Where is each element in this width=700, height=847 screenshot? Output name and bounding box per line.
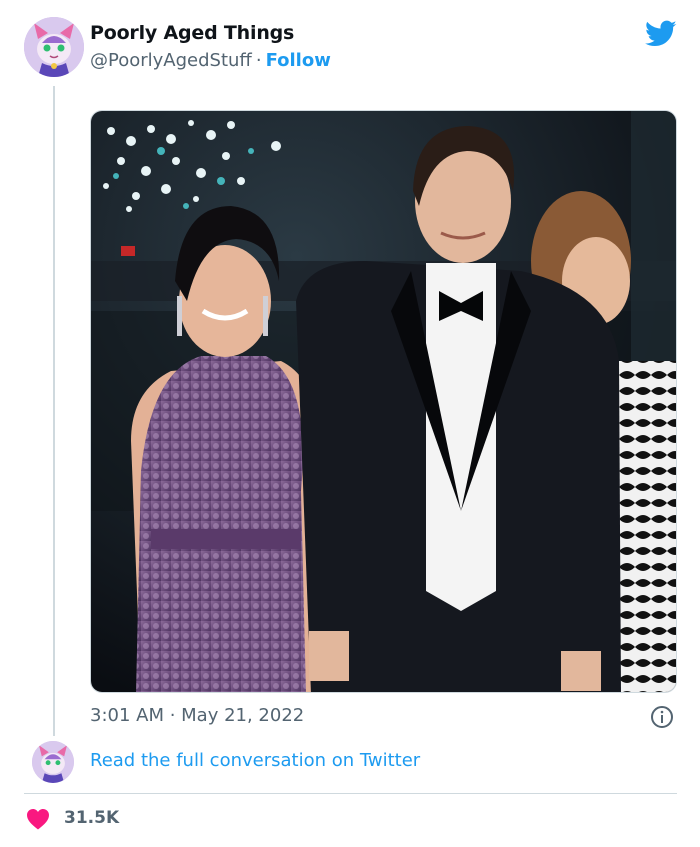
- heart-icon[interactable]: [26, 808, 50, 830]
- embedded-tweet-card: Poorly Aged Things @PoorlyAgedStuff · Foll…: [0, 0, 700, 847]
- like-count[interactable]: 31.5K: [64, 808, 119, 828]
- follow-button[interactable]: Follow: [266, 50, 331, 71]
- author-display-name[interactable]: Poorly Aged Things: [90, 22, 294, 44]
- tweet-timestamp[interactable]: 3:01 AM · May 21, 2022: [90, 705, 304, 726]
- footer-divider: [24, 793, 677, 794]
- tweet-photo[interactable]: [90, 110, 677, 693]
- twitter-bird-icon[interactable]: [645, 20, 677, 48]
- reply-avatar: [32, 741, 74, 783]
- thread-line: [53, 86, 55, 736]
- author-avatar[interactable]: [24, 17, 84, 77]
- author-handle-row: @PoorlyAgedStuff · Follow: [90, 50, 331, 71]
- handle-separator: ·: [255, 50, 262, 71]
- info-icon[interactable]: [650, 705, 674, 729]
- author-handle[interactable]: @PoorlyAgedStuff: [90, 50, 252, 71]
- photo-image: [91, 111, 676, 692]
- read-full-conversation-link[interactable]: Read the full conversation on Twitter: [90, 750, 420, 771]
